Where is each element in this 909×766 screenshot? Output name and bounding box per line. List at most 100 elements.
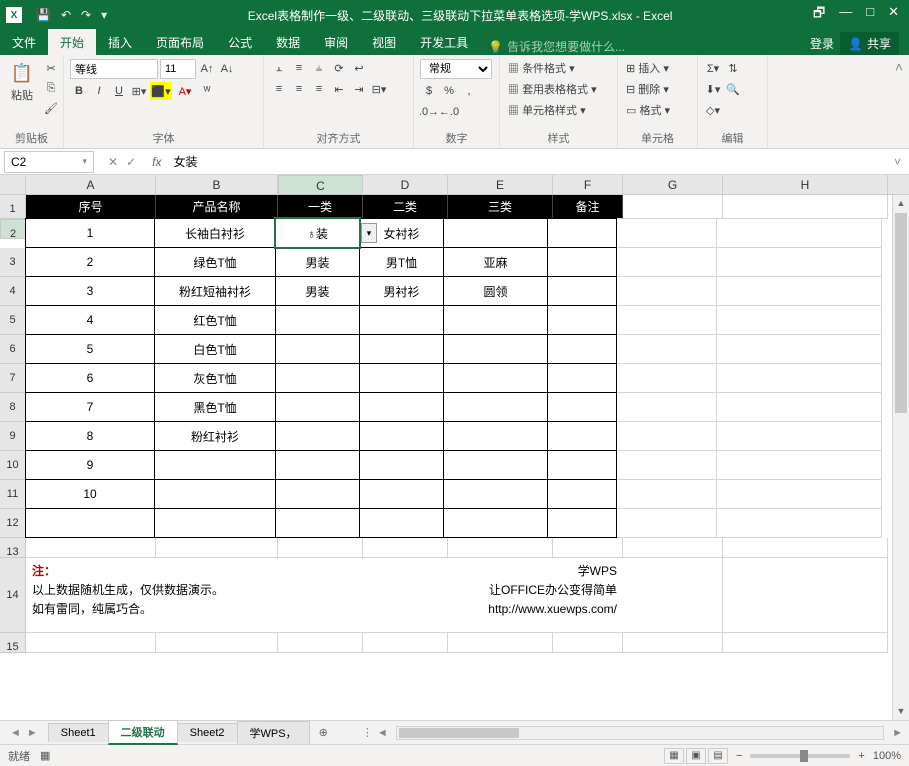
font-color-button[interactable]: A▾ [174,82,196,100]
row-header[interactable]: 1 [0,195,26,219]
cell[interactable]: 7 [25,392,155,422]
cell[interactable] [359,363,444,393]
sort-filter-icon[interactable]: ⇅ [724,59,742,77]
collapse-ribbon-icon[interactable]: ˄ [889,55,909,148]
cell[interactable] [617,248,717,277]
cell[interactable]: 男装 [275,276,360,306]
table-header[interactable]: 二类 [363,195,448,219]
underline-button[interactable]: U [110,82,128,100]
cell[interactable] [547,508,617,538]
note-left[interactable]: 注： 以上数据随机生成，仅供数据演示。 如有雷同，纯属巧合。 [26,558,304,632]
cell[interactable] [553,538,623,558]
cell[interactable] [723,633,888,653]
qat-undo-icon[interactable]: ↶ [61,8,71,22]
col-header[interactable]: A [26,175,156,194]
note-right[interactable]: 学WPS 让OFFICE办公变得简单 http://www.xuewps.com… [304,558,623,632]
decrease-indent-icon[interactable]: ⇤ [330,80,348,98]
table-header[interactable]: 备注 [553,195,623,219]
row-header[interactable]: 4 [0,277,26,306]
sheet-tab[interactable]: Sheet2 [177,723,238,742]
cell[interactable] [717,306,882,335]
cell[interactable]: 粉红短袖衬衫 [154,276,276,306]
cell[interactable] [359,479,444,509]
cell[interactable] [443,392,548,422]
cut-icon[interactable]: ✂ [42,59,60,77]
tab-file[interactable]: 文件 [0,29,48,55]
scroll-thumb[interactable] [895,213,907,413]
cancel-formula-icon[interactable]: ✕ [108,155,118,169]
cell[interactable] [717,248,882,277]
cell[interactable] [617,451,717,480]
comma-icon[interactable]: , [460,82,478,100]
cell[interactable]: 男装 [275,247,360,277]
scroll-down-icon[interactable]: ▼ [893,703,909,720]
cell[interactable] [275,392,360,422]
fx-icon[interactable]: fx [146,155,167,169]
cell[interactable] [717,451,882,480]
cell[interactable]: 绿色T恤 [154,247,276,277]
col-header[interactable]: F [553,175,623,194]
qat-customize-icon[interactable]: ▾ [101,8,107,22]
format-table-button[interactable]: ▦ 套用表格格式 ▾ [506,80,599,98]
format-painter-icon[interactable]: 🖌 [42,99,60,117]
minimize-button[interactable]: — [839,4,852,26]
cell[interactable] [156,538,278,558]
cell[interactable] [275,479,360,509]
cell[interactable]: 9 [25,450,155,480]
table-header[interactable]: 产品名称 [156,195,278,219]
decrease-decimal-icon[interactable]: ←.0 [440,103,458,121]
cell[interactable] [443,305,548,335]
cell[interactable] [547,450,617,480]
cell[interactable] [723,195,888,219]
cell[interactable] [717,277,882,306]
find-icon[interactable]: 🔍 [724,80,742,98]
paste-button[interactable]: 📋 粘贴 [6,59,38,105]
insert-cells-button[interactable]: ⊞ 插入 ▾ [624,59,671,77]
cell[interactable] [443,218,548,248]
cell[interactable] [617,306,717,335]
italic-button[interactable]: I [90,82,108,100]
cell[interactable] [623,195,723,219]
maximize-button[interactable]: □ [866,4,874,26]
zoom-level[interactable]: 100% [873,750,901,762]
col-header[interactable]: H [723,175,888,194]
cell[interactable] [547,276,617,306]
row-header[interactable]: 11 [0,480,26,509]
row-header[interactable]: 10 [0,451,26,480]
tab-split-handle[interactable]: ⋮ [358,726,377,739]
row-header[interactable]: 8 [0,393,26,422]
cell[interactable] [717,480,882,509]
cell[interactable]: 灰色T恤 [154,363,276,393]
cell[interactable] [547,363,617,393]
zoom-in-button[interactable]: + [858,750,864,762]
currency-icon[interactable]: $ [420,82,438,100]
cell[interactable]: 6 [25,363,155,393]
cell[interactable] [717,364,882,393]
tab-formulas[interactable]: 公式 [216,29,264,55]
cell[interactable] [363,633,448,653]
cell[interactable] [26,633,156,653]
align-right-icon[interactable]: ≡ [310,80,328,98]
tab-data[interactable]: 数据 [264,29,312,55]
conditional-format-button[interactable]: ▦ 条件格式 ▾ [506,59,577,77]
align-left-icon[interactable]: ≡ [270,80,288,98]
cell[interactable]: 粉红衬衫 [154,421,276,451]
fill-icon[interactable]: ⬇▾ [704,80,722,98]
cell[interactable]: 男T恤 [359,247,444,277]
copy-icon[interactable]: ⎘ [42,79,60,97]
sheet-nav-prev-icon[interactable]: ◄ [10,727,21,739]
chevron-down-icon[interactable]: ▾ [82,156,87,167]
cell[interactable]: 亚麻 [443,247,548,277]
cell[interactable] [443,479,548,509]
font-size-select[interactable] [160,59,196,79]
login-link[interactable]: 登录 [810,35,834,52]
cell[interactable]: 1 [25,218,155,248]
tab-view[interactable]: 视图 [360,29,408,55]
row-header[interactable]: 9 [0,422,26,451]
col-header[interactable]: C [278,175,363,195]
cell[interactable] [617,509,717,538]
cell[interactable] [448,538,553,558]
cell[interactable] [547,421,617,451]
view-pagebreak-icon[interactable]: ▤ [708,748,728,764]
border-button[interactable]: ⊞▾ [130,82,148,100]
